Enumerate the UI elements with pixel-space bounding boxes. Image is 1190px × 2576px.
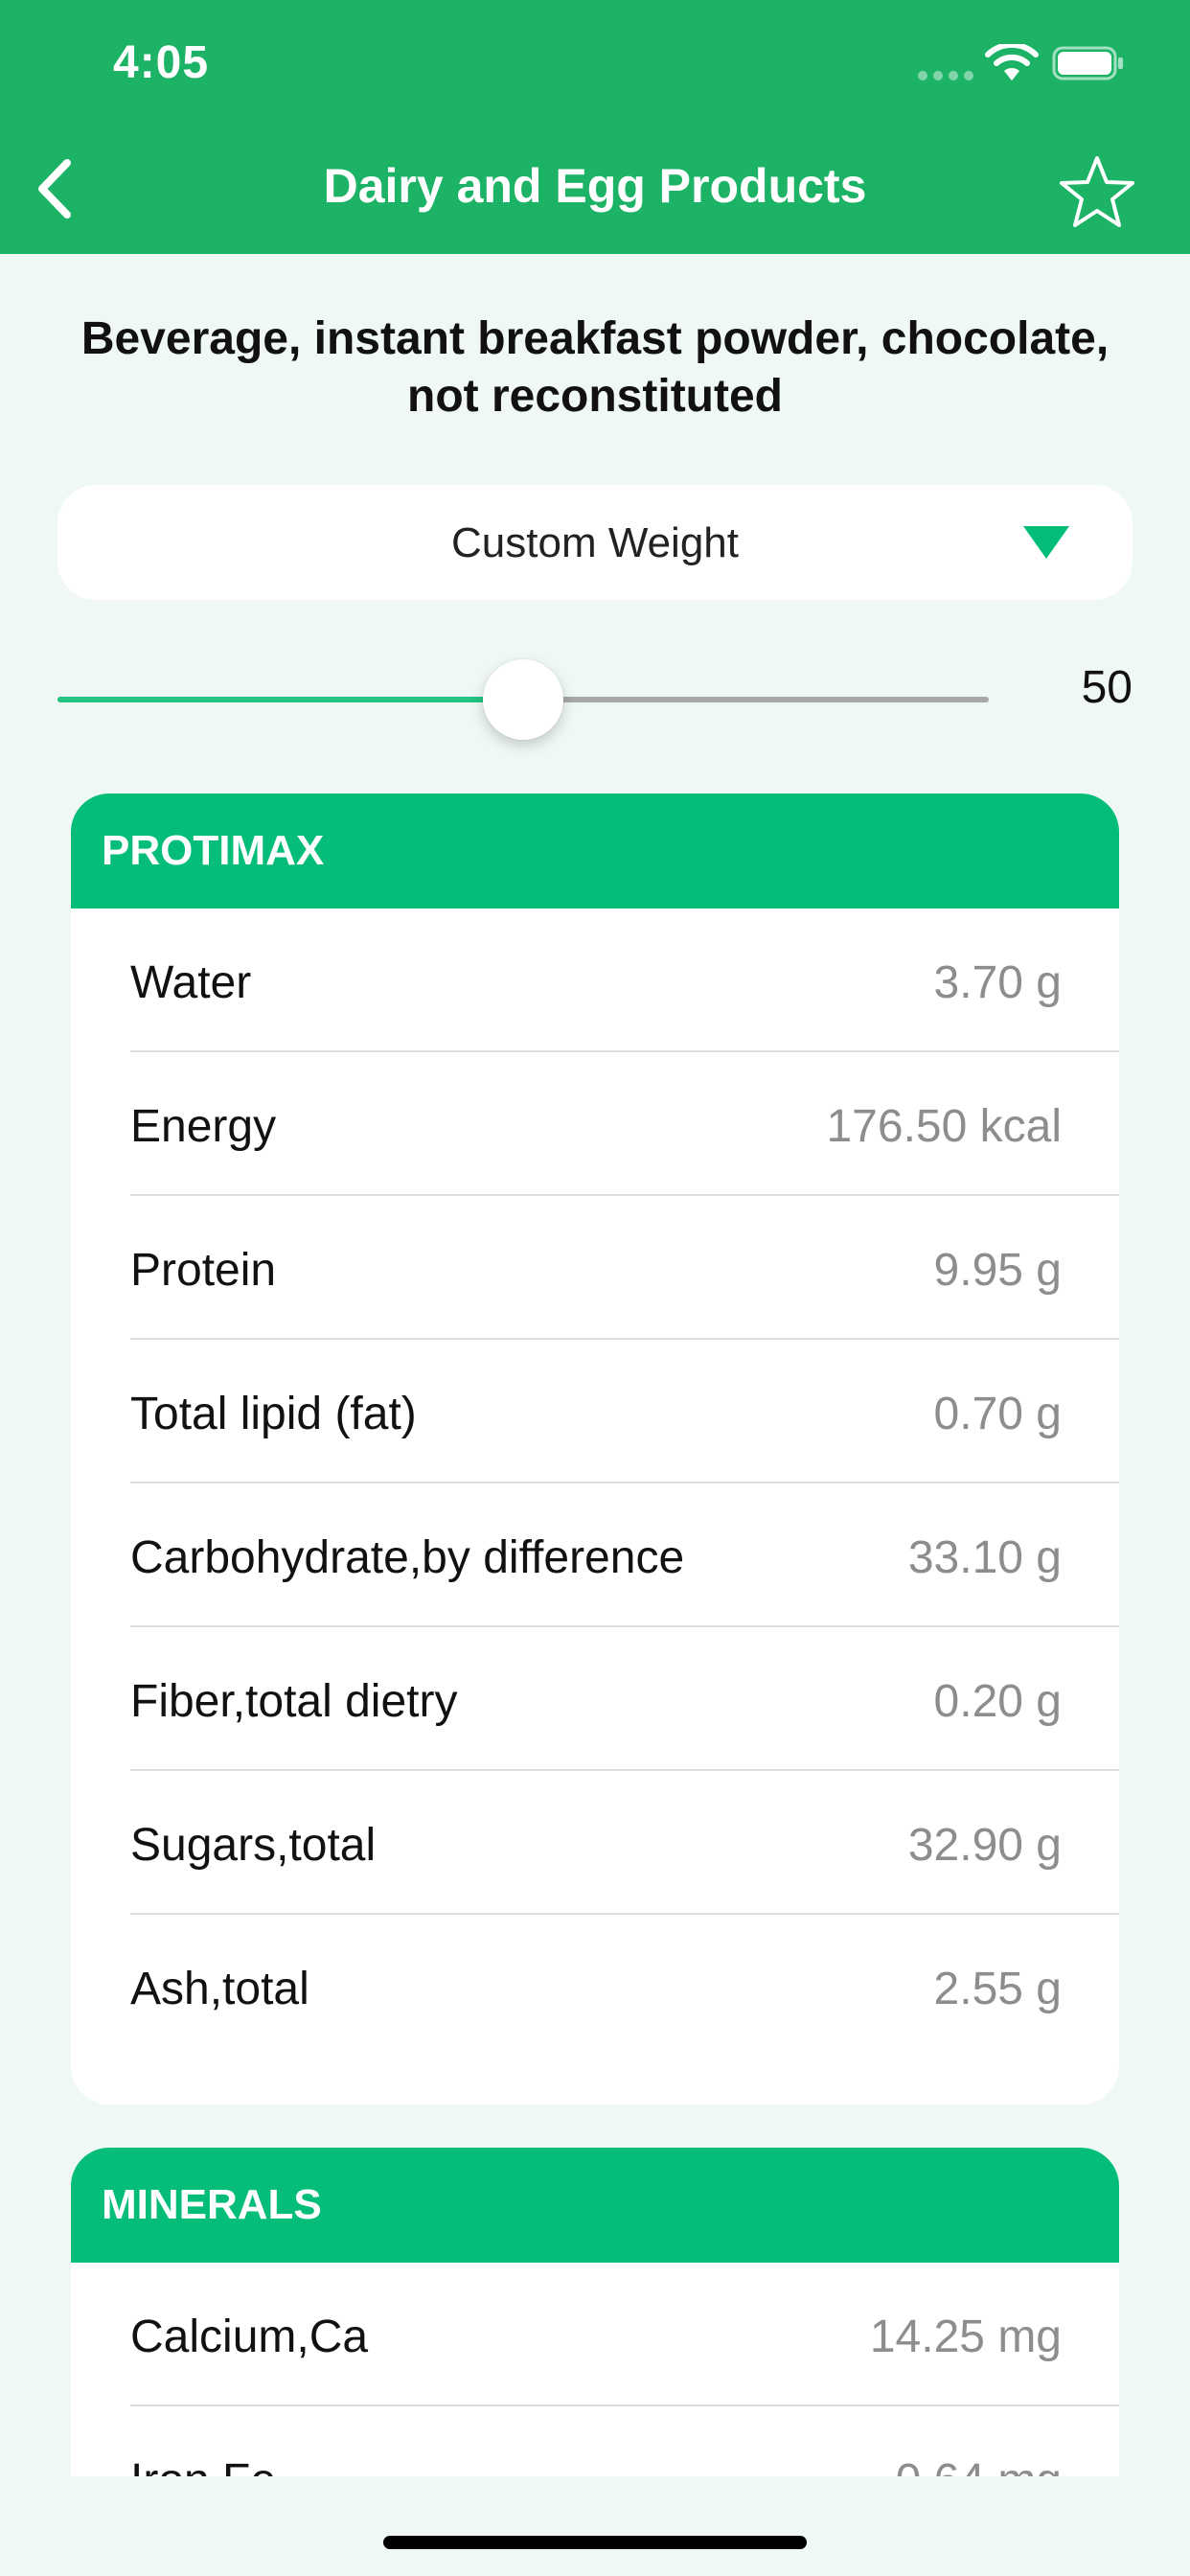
nutrient-value: 2.55 g	[933, 1964, 1062, 2014]
page-title: Dairy and Egg Products	[323, 159, 867, 213]
nutrient-row: Protein 9.95 g	[71, 1196, 1119, 1340]
wifi-icon	[985, 44, 1039, 80]
nutrient-name: Iron,Fe	[130, 2454, 276, 2476]
battery-icon	[1052, 46, 1123, 80]
nutrient-name: Total lipid (fat)	[130, 1389, 417, 1439]
nutrient-row: Carbohydrate,by difference 33.10 g	[71, 1484, 1119, 1627]
minerals-card: MINERALS Calcium,Ca 14.25 mg Iron,Fe 0.6…	[71, 2148, 1119, 2476]
back-button[interactable]	[29, 153, 86, 224]
nutrient-name: Water	[130, 957, 252, 1008]
nutrient-name: Calcium,Ca	[130, 2312, 369, 2362]
weight-slider-thumb[interactable]	[483, 659, 563, 740]
weight-dropdown[interactable]: Custom Weight	[57, 485, 1133, 600]
nutrient-row: Sugars,total 32.90 g	[71, 1771, 1119, 1915]
nutrient-value: 9.95 g	[933, 1245, 1062, 1296]
nutrient-row: Water 3.70 g	[71, 908, 1119, 1052]
nutrient-name: Sugars,total	[130, 1820, 377, 1871]
nutrient-value: 14.25 mg	[869, 2312, 1062, 2362]
weight-slider-fill	[57, 697, 523, 702]
triangle-down-icon[interactable]	[1021, 524, 1071, 561]
nutrient-value: 176.50 kcal	[826, 1101, 1062, 1152]
nutrient-value: 32.90 g	[907, 1820, 1062, 1871]
cellular-signal-icon	[918, 71, 973, 80]
nutrient-name: Energy	[130, 1101, 277, 1152]
nav-header: 4:05 Dairy and Egg Products	[0, 0, 1190, 254]
nutrient-row: Total lipid (fat) 0.70 g	[71, 1340, 1119, 1484]
nutrient-row: Iron,Fe 0.64 mg	[71, 2406, 1119, 2476]
nutrient-value: 33.10 g	[907, 1532, 1062, 1583]
nutrient-value: 0.64 mg	[896, 2454, 1062, 2476]
section-header: MINERALS	[71, 2148, 1119, 2263]
weight-dropdown-label: Custom Weight	[451, 519, 739, 566]
favorite-star-icon[interactable]	[1056, 153, 1138, 230]
food-name: Beverage, instant breakfast powder, choc…	[80, 313, 1110, 422]
scroll-content[interactable]: 4:05 Dairy and Egg Products Beverage, in…	[0, 0, 1190, 2476]
weight-slider-value: 50	[1081, 662, 1133, 713]
status-time: 4:05	[113, 37, 210, 88]
nutrient-value: 3.70 g	[933, 957, 1062, 1008]
nutrient-name: Ash,total	[130, 1964, 309, 2014]
nutrient-value: 0.20 g	[933, 1676, 1062, 1727]
nutrient-row: Energy 176.50 kcal	[71, 1052, 1119, 1196]
nutrient-name: Protein	[130, 1245, 277, 1296]
screen: 4:05 Dairy and Egg Products Beverage, in…	[0, 0, 1190, 2576]
protimax-card: PROTIMAX Water 3.70 g Energy 176.50 kcal…	[71, 794, 1119, 2104]
home-indicator[interactable]	[383, 2536, 807, 2549]
nutrient-name: Fiber,total dietry	[130, 1676, 458, 1727]
nutrient-value: 0.70 g	[933, 1389, 1062, 1439]
nutrient-row: Ash,total 2.55 g	[71, 1915, 1119, 2058]
section-header: PROTIMAX	[71, 794, 1119, 908]
nutrient-name: Carbohydrate,by difference	[130, 1532, 685, 1583]
nutrient-row: Calcium,Ca 14.25 mg	[71, 2263, 1119, 2406]
nutrient-row: Fiber,total dietry 0.20 g	[71, 1627, 1119, 1771]
